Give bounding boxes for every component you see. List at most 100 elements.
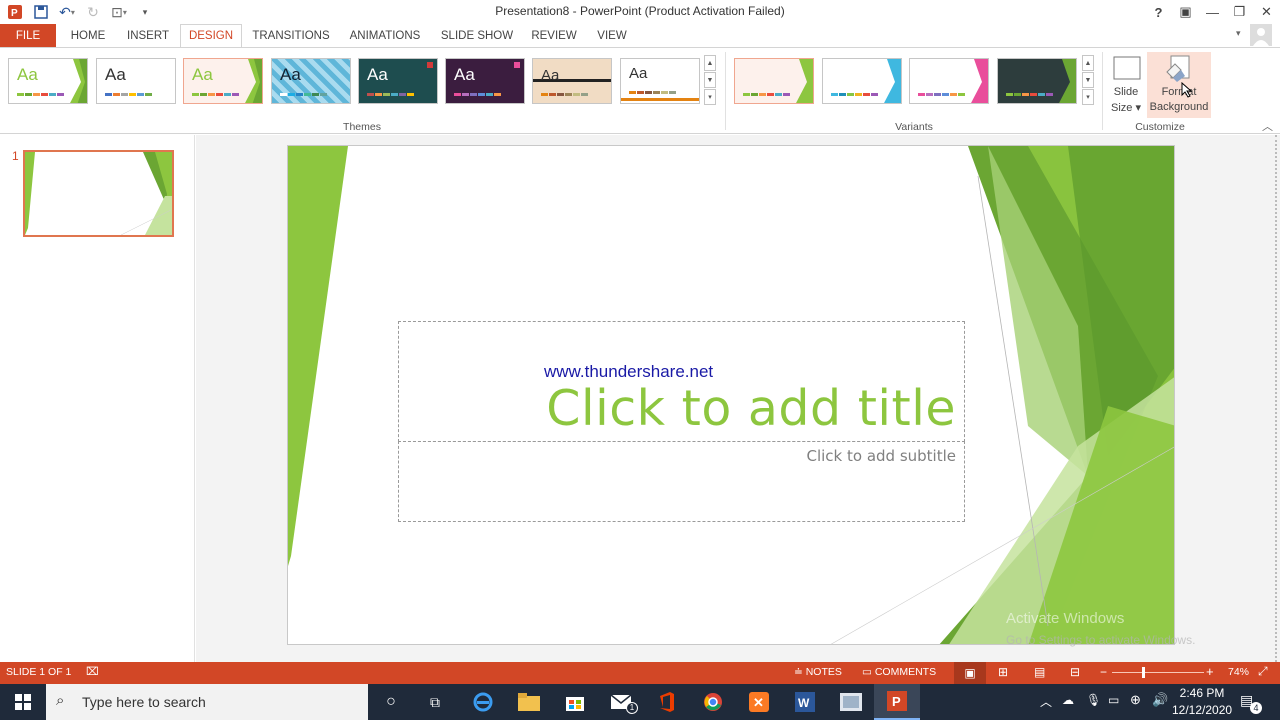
themes-more-icon[interactable]: ▾	[704, 89, 716, 105]
svg-text:P: P	[892, 694, 901, 709]
cortana-icon[interactable]: ○	[368, 684, 414, 720]
group-separator	[725, 52, 726, 130]
theme-purple[interactable]: Aa	[445, 58, 525, 104]
slide-thumbnail-1[interactable]	[23, 150, 174, 237]
theme-teal[interactable]: Aa	[358, 58, 438, 104]
slide-editing-area: www.thundershare.net Click to add title …	[196, 135, 1280, 662]
powerpoint-taskbar-icon[interactable]: P	[874, 684, 920, 720]
theme-facet[interactable]: Aa	[8, 58, 88, 104]
theme-retrospect[interactable]: Aa	[620, 58, 700, 104]
variant-colors	[743, 93, 790, 96]
customize-group-label: Customize	[1135, 121, 1185, 133]
title-bar: P ↶ ▾ ↻ ⊡ ▾ ▾ Presentation8 - PowerPoint (…	[0, 0, 1280, 24]
themes-scroll-down-icon[interactable]: ▼	[704, 72, 716, 88]
minimize-icon[interactable]: —	[1199, 0, 1226, 24]
title-placeholder-box[interactable]: www.thundershare.net Click to add title	[398, 321, 965, 442]
tab-review[interactable]: REVIEW	[526, 24, 582, 47]
theme-accent-square	[514, 62, 520, 68]
subtitle-placeholder-box[interactable]: Click to add subtitle	[398, 441, 965, 522]
notes-button[interactable]: ≐ NOTES	[794, 666, 842, 678]
ribbon-display-options-icon[interactable]: ▣	[1172, 0, 1199, 24]
format-background-button[interactable]: Format Background	[1147, 52, 1211, 118]
zoom-slider-thumb[interactable]	[1142, 667, 1145, 678]
restore-icon[interactable]: ❐	[1226, 0, 1253, 24]
variant-green[interactable]	[734, 58, 814, 104]
spell-check-icon[interactable]: ⌧	[86, 665, 99, 678]
edge-browser-icon[interactable]	[460, 684, 506, 720]
theme-sample-text: Aa	[367, 65, 388, 84]
theme-office[interactable]: Aa	[96, 58, 176, 104]
tab-design[interactable]: DESIGN	[180, 24, 242, 47]
tab-home[interactable]: HOME	[60, 24, 116, 47]
mail-icon[interactable]: 1	[598, 684, 644, 720]
slide-sorter-icon[interactable]: ⊞	[998, 665, 1008, 679]
clock-date[interactable]: 12/12/2020	[1172, 703, 1232, 717]
tab-view[interactable]: VIEW	[588, 24, 636, 47]
themes-scroll-up-icon[interactable]: ▲	[704, 55, 716, 71]
vertical-scrollbar[interactable]	[1272, 135, 1280, 662]
tab-transitions[interactable]: TRANSITIONS	[248, 24, 334, 47]
tab-animations[interactable]: ANIMATIONS	[342, 24, 428, 47]
notes-label: NOTES	[805, 666, 842, 678]
zoom-slider[interactable]	[1112, 667, 1204, 678]
battery-icon[interactable]: ▭	[1108, 693, 1119, 707]
variants-scroll-up-icon[interactable]: ▲	[1082, 55, 1094, 71]
variant-pink[interactable]	[909, 58, 989, 104]
tab-insert[interactable]: INSERT	[120, 24, 176, 47]
microphone-icon[interactable]: 🎙	[1086, 693, 1101, 707]
network-icon[interactable]: ⊕	[1130, 692, 1141, 708]
xampp-icon[interactable]: ✕	[736, 684, 782, 720]
comments-label: COMMENTS	[874, 666, 937, 678]
avatar[interactable]	[1250, 24, 1272, 46]
themes-group-label: Themes	[343, 121, 381, 133]
theme-sample-text: Aa	[280, 65, 301, 84]
store-icon[interactable]	[552, 684, 598, 720]
photos-icon[interactable]	[828, 684, 874, 720]
task-view-icon[interactable]: ⧉	[412, 684, 458, 720]
theme-colors	[454, 93, 501, 96]
search-placeholder: Type here to search	[82, 694, 206, 710]
onedrive-icon[interactable]: ☁	[1062, 693, 1074, 707]
theme-pattern[interactable]: Aa	[271, 58, 351, 104]
help-icon[interactable]: ?	[1145, 0, 1172, 24]
account-dropdown-icon[interactable]: ▾	[1236, 28, 1241, 39]
variants-scroll-down-icon[interactable]: ▼	[1082, 72, 1094, 88]
theme-sample-text: Aa	[629, 65, 648, 82]
tab-file[interactable]: FILE	[0, 24, 56, 47]
title-placeholder: Click to add title	[546, 380, 956, 437]
theme-facet-selected[interactable]: Aa	[183, 58, 263, 104]
slide-canvas[interactable]: www.thundershare.net Click to add title …	[287, 145, 1175, 645]
normal-view-icon[interactable]: ▣	[954, 662, 986, 684]
reading-view-icon[interactable]: ▤	[1034, 665, 1045, 679]
windows-start-icon[interactable]	[0, 684, 46, 720]
zoom-level[interactable]: 74%	[1228, 666, 1249, 678]
subtitle-placeholder: Click to add subtitle	[806, 447, 956, 465]
volume-icon[interactable]: 🔊	[1152, 692, 1168, 708]
comments-button[interactable]: ▭ COMMENTS	[862, 666, 936, 678]
taskbar-search-box[interactable]: ⌕ Type here to search	[46, 684, 368, 720]
collapse-ribbon-icon[interactable]: ︿	[1262, 118, 1273, 134]
zoom-out-icon[interactable]: −	[1100, 665, 1107, 679]
variant-shape	[971, 59, 988, 103]
word-icon[interactable]: W	[782, 684, 828, 720]
office-icon[interactable]	[644, 684, 690, 720]
clock-time[interactable]: 2:46 PM	[1172, 686, 1232, 700]
variants-more-icon[interactable]: ▾	[1082, 89, 1094, 105]
thumbnail-design-graphic	[25, 152, 172, 235]
close-icon[interactable]: ✕	[1253, 0, 1280, 24]
variant-dark[interactable]	[997, 58, 1077, 104]
show-hidden-icons-icon[interactable]: ︿	[1040, 693, 1052, 710]
zoom-in-icon[interactable]: +	[1206, 664, 1214, 679]
chrome-icon[interactable]	[690, 684, 736, 720]
notes-icon: ≐	[794, 666, 806, 678]
theme-sample-text: Aa	[454, 65, 475, 84]
theme-ion-boardroom[interactable]: Aa	[532, 58, 612, 104]
file-explorer-icon[interactable]	[506, 684, 552, 720]
variant-blue[interactable]	[822, 58, 902, 104]
tab-slide-show[interactable]: SLIDE SHOW	[436, 24, 518, 47]
fit-to-window-icon[interactable]: ⤢	[1258, 664, 1268, 679]
slide-size-button[interactable]: Slide Size ▾	[1106, 52, 1146, 118]
activation-watermark-title: Activate Windows	[1006, 610, 1125, 627]
variant-colors	[1006, 93, 1053, 96]
slide-show-icon[interactable]: ⊟	[1070, 665, 1080, 679]
